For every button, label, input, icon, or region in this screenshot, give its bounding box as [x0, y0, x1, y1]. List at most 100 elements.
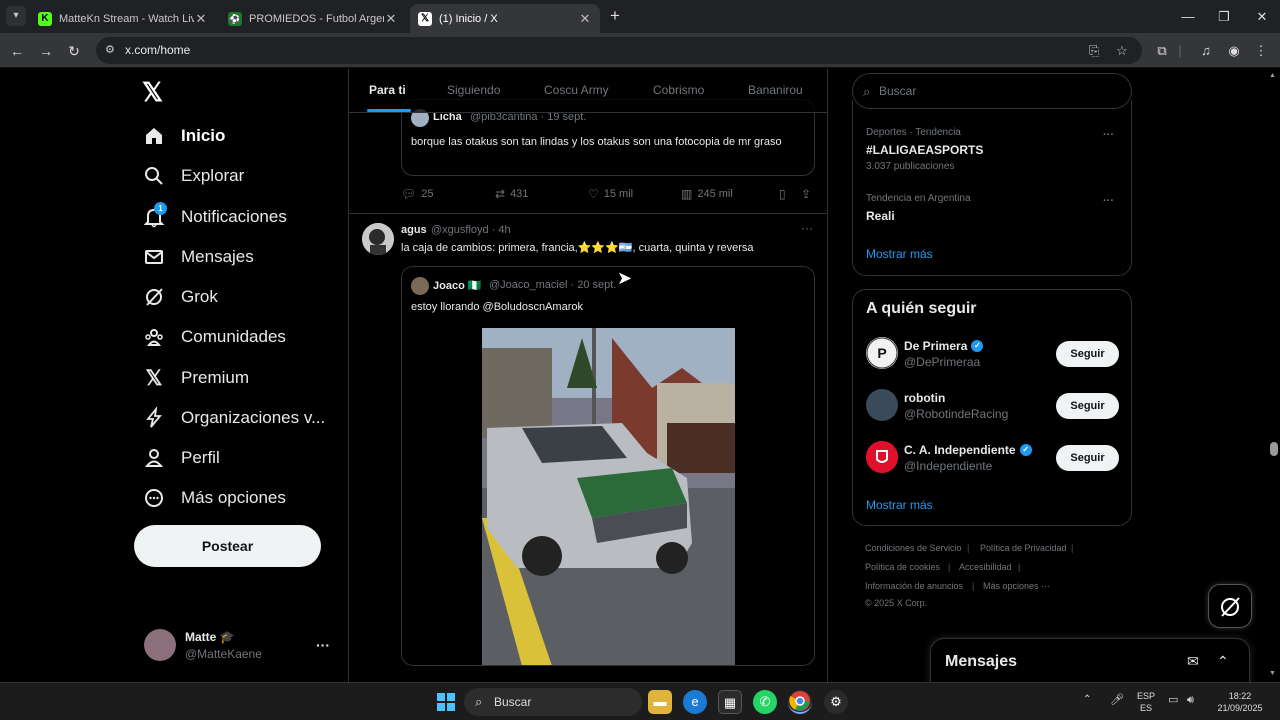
close-tab-icon[interactable]: ✕	[194, 11, 208, 27]
media-controls-icon[interactable]: ♫	[1196, 41, 1216, 61]
follow-name[interactable]: robotin	[904, 391, 945, 405]
follow-handle: @DePrimeraa	[904, 355, 981, 369]
footer-link[interactable]: Política de cookies	[865, 562, 940, 572]
chrome-icon[interactable]	[788, 690, 812, 714]
footer-link[interactable]: Condiciones de Servicio	[865, 543, 962, 553]
tab-coscu-army[interactable]: Coscu Army	[544, 83, 609, 97]
forward-button[interactable]: →	[34, 39, 58, 63]
avatar[interactable]	[866, 389, 898, 421]
avatar[interactable]	[866, 441, 898, 473]
account-more-icon[interactable]: ···	[316, 637, 330, 653]
like-button[interactable]: ♡ 15 mil	[588, 187, 633, 201]
follow-name-text: robotin	[904, 391, 946, 405]
avatar[interactable]: P	[866, 337, 898, 369]
nav-item-home[interactable]: Inicio	[143, 121, 225, 151]
footer-link[interactable]: Información de anuncios	[865, 581, 963, 591]
share-button[interactable]: ⇪	[801, 187, 816, 201]
close-tab-icon[interactable]: ✕	[578, 11, 592, 27]
tab-x-home[interactable]: 𝕏 (1) Inicio / X ✕	[410, 4, 600, 33]
store-icon[interactable]: ▦	[718, 690, 742, 714]
nav-item-premium[interactable]: 𝕏 Premium	[143, 363, 249, 393]
install-app-icon[interactable]: ⎘	[1089, 43, 1099, 59]
repost-button[interactable]: ⇄ 431	[495, 187, 528, 201]
network-icon[interactable]: ▭	[1168, 694, 1178, 706]
clock[interactable]: 18:22 21/09/2025	[1211, 690, 1269, 714]
nav-item-messages[interactable]: Mensajes	[143, 242, 254, 272]
address-bar[interactable]: ⚙ x.com/home ⎘ ☆	[96, 37, 1142, 64]
nav-item-profile[interactable]: Perfil	[143, 443, 220, 473]
messages-drawer[interactable]: Mensajes ✉ ⌃	[930, 638, 1250, 688]
restore-button[interactable]: ❐	[1205, 0, 1243, 33]
grok-floating-button[interactable]	[1208, 584, 1252, 628]
close-window-button[interactable]: ✕	[1243, 0, 1280, 33]
tab-siguiendo[interactable]: Siguiendo	[447, 83, 500, 97]
tab-search-dropdown[interactable]: ▾	[6, 6, 26, 26]
search-input[interactable]	[879, 80, 1119, 102]
nav-label: Premium	[181, 368, 250, 387]
bookmark-star-icon[interactable]: ☆	[1116, 43, 1128, 59]
nav-item-more[interactable]: Más opciones	[143, 483, 286, 513]
nav-item-notifications[interactable]: 1 Notificaciones	[143, 202, 287, 232]
menu-kebab-icon[interactable]: ⋮	[1251, 41, 1271, 61]
taskbar-search[interactable]: ⌕ Buscar	[464, 688, 642, 716]
views-button[interactable]: ▥ 245 mil	[681, 187, 733, 201]
site-info-icon[interactable]: ⚙	[105, 43, 115, 56]
whatsapp-icon[interactable]: ✆	[753, 690, 777, 714]
reply-button[interactable]: 💬︎ 25	[401, 187, 433, 201]
language-indicator[interactable]: ESP ES	[1134, 690, 1158, 714]
who-to-follow-show-more-link[interactable]: Mostrar más	[866, 498, 933, 512]
trend-more-icon[interactable]: ···	[1103, 129, 1114, 141]
follow-name[interactable]: C. A. Independiente ✓	[904, 443, 1032, 457]
microphone-icon[interactable]: 🎤︎	[1110, 694, 1124, 706]
x-logo-icon[interactable]: 𝕏	[142, 79, 168, 105]
account-name[interactable]: Matte 🎓	[185, 630, 235, 644]
follow-name[interactable]: De Primera ✓	[904, 339, 984, 353]
tab-promiedos[interactable]: ⚽ PROMIEDOS - Futbol Argentino ✕	[220, 4, 406, 33]
nav-item-explore[interactable]: Explorar	[143, 161, 244, 191]
expand-chevron-icon[interactable]: ⌃	[1217, 653, 1229, 670]
tab-cobrismo[interactable]: Cobrismo	[653, 83, 704, 97]
follow-button[interactable]: Seguir	[1056, 341, 1119, 367]
windows-start-icon[interactable]	[434, 690, 458, 714]
back-button[interactable]: ←	[5, 39, 29, 63]
nav-item-grok[interactable]: Grok	[143, 282, 218, 312]
footer-link[interactable]: Política de Privacidad	[980, 543, 1067, 553]
new-message-icon[interactable]: ✉	[1187, 653, 1199, 670]
author-name[interactable]: agus	[401, 224, 427, 236]
reload-button[interactable]: ↻	[62, 39, 86, 63]
close-tab-icon[interactable]: ✕	[384, 11, 398, 27]
avatar[interactable]	[362, 223, 394, 255]
quoted-tweet[interactable]: Joaco 🇳🇬 @Joaco_maciel · 20 sept. estoy …	[401, 266, 815, 666]
post-button[interactable]: Postear	[134, 525, 321, 567]
extensions-icon[interactable]: ⧉	[1152, 41, 1172, 61]
trends-show-more-link[interactable]: Mostrar más	[866, 247, 933, 261]
scrollbar[interactable]	[1268, 69, 1280, 682]
volume-icon[interactable]: 🔊︎	[1187, 694, 1194, 706]
nav-item-organizations[interactable]: Organizaciones v...	[143, 403, 325, 433]
tweet-more-icon[interactable]: ···	[801, 221, 813, 235]
trend-more-icon[interactable]: ···	[1103, 195, 1114, 207]
follow-button[interactable]: Seguir	[1056, 445, 1119, 471]
nav-item-communities[interactable]: Comunidades	[143, 322, 286, 352]
tab-para-ti[interactable]: Para ti	[369, 83, 406, 97]
footer-link[interactable]: Más opciones ···	[983, 581, 1050, 591]
edge-icon[interactable]: e	[683, 690, 707, 714]
file-explorer-icon[interactable]: ▬	[648, 690, 672, 714]
minimize-button[interactable]: —	[1169, 0, 1207, 33]
scroll-down-icon[interactable]: ▼	[1269, 670, 1276, 677]
new-tab-button[interactable]: +	[604, 6, 626, 28]
footer-link[interactable]: Accesibilidad	[959, 562, 1012, 572]
tweet-photo[interactable]	[482, 328, 735, 665]
tray-overflow-icon[interactable]: ⌃	[1083, 694, 1091, 706]
bookmark-button[interactable]: ▯	[779, 187, 791, 201]
follow-button[interactable]: Seguir	[1056, 393, 1119, 419]
scroll-up-icon[interactable]: ▲	[1269, 72, 1276, 79]
scrollbar-thumb[interactable]	[1270, 442, 1278, 456]
tab-mattekn-stream[interactable]: K MatteKn Stream - Watch Live o ✕	[30, 4, 216, 33]
trend-name[interactable]: Reali	[866, 209, 895, 223]
avatar[interactable]	[144, 629, 176, 661]
trend-name[interactable]: #LALIGAEASPORTS	[866, 143, 983, 157]
chatgpt-icon[interactable]: ⚙	[824, 690, 848, 714]
tab-bananirou[interactable]: Bananirou	[748, 83, 803, 97]
profile-icon[interactable]: ◉	[1224, 41, 1244, 61]
